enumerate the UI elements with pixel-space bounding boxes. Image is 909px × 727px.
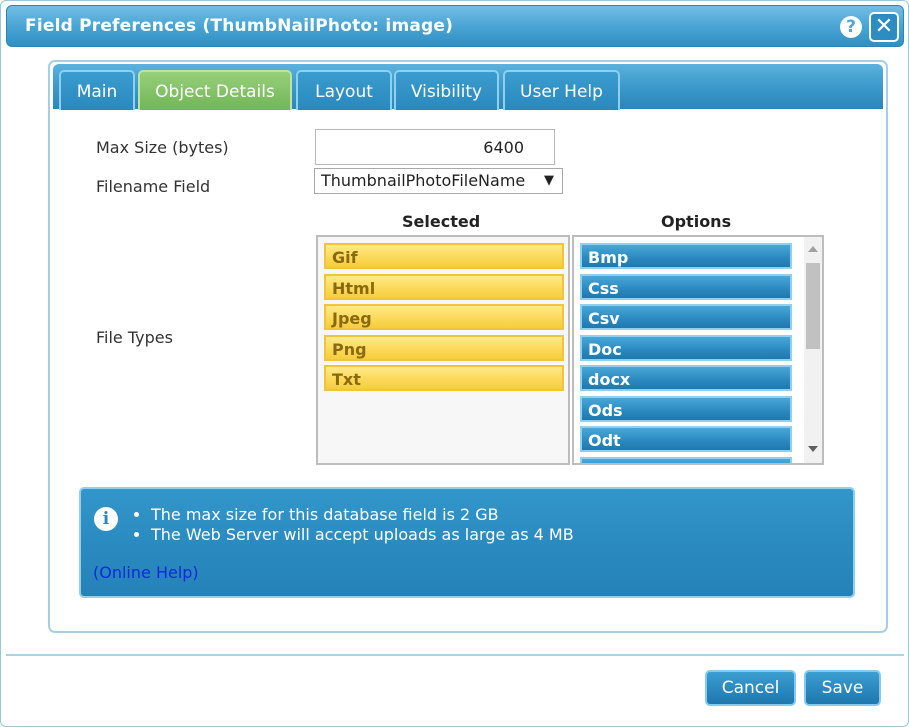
selected-type-jpeg[interactable]: Jpeg [324,304,564,330]
scroll-down-icon[interactable] [808,446,818,452]
options-scrollbar[interactable] [804,237,822,463]
file-type-options-list[interactable]: Bmp Css Csv Doc docx Ods Odt [572,235,824,465]
tab-main[interactable]: Main [59,70,135,110]
max-size-label: Max Size (bytes) [96,138,229,157]
option-type-css[interactable]: Css [580,274,792,300]
close-icon: ✕ [874,14,894,39]
footer-divider [6,654,904,656]
filename-field-label: Filename Field [96,177,211,196]
selected-type-txt[interactable]: Txt [324,365,564,391]
info-bullets: The max size for this database field is … [133,505,574,545]
option-type-partial[interactable] [580,457,792,463]
option-type-csv[interactable]: Csv [580,304,792,330]
selected-header: Selected [402,212,481,231]
info-bullet-upload-limit: The Web Server will accept uploads as la… [151,525,574,545]
dialog-title: Field Preferences (ThumbNailPhoto: image… [25,16,454,36]
options-header: Options [661,212,732,231]
selected-type-html[interactable]: Html [324,274,564,300]
save-button[interactable]: Save [804,670,881,706]
selected-type-png[interactable]: Png [324,335,564,361]
cancel-button[interactable]: Cancel [705,670,796,706]
tab-visibility[interactable]: Visibility [394,70,499,110]
option-type-docx[interactable]: docx [580,365,792,391]
tab-layout[interactable]: Layout [296,70,392,110]
dialog-titlebar[interactable]: Field Preferences (ThumbNailPhoto: image… [6,5,904,47]
online-help-link[interactable]: (Online Help) [93,563,199,582]
option-type-odt[interactable]: Odt [580,426,792,452]
chevron-down-icon: ▼ [544,173,554,188]
tab-object-details[interactable]: Object Details [138,70,292,110]
file-types-label: File Types [96,328,173,347]
selected-file-types-list[interactable]: Gif Html Jpeg Png Txt [316,235,570,465]
option-type-ods[interactable]: Ods [580,396,792,422]
selected-type-gif[interactable]: Gif [324,243,564,269]
info-icon: i [94,507,118,531]
scroll-thumb[interactable] [806,263,820,349]
max-size-input[interactable]: 6400 [315,129,555,165]
option-type-bmp[interactable]: Bmp [580,243,792,269]
option-type-doc[interactable]: Doc [580,335,792,361]
tab-bar: Main Object Details Layout Visibility Us… [53,64,883,110]
filename-field-select[interactable]: ThumbnailPhotoFileName ▼ [314,168,563,194]
close-button[interactable]: ✕ [869,12,899,42]
scroll-up-icon[interactable] [808,246,818,252]
filename-field-value: ThumbnailPhotoFileName [321,171,526,190]
help-icon[interactable]: ? [840,16,862,38]
tab-user-help[interactable]: User Help [503,70,620,110]
info-box: i The max size for this database field i… [79,487,855,598]
field-preferences-dialog: Field Preferences (ThumbNailPhoto: image… [0,0,909,727]
info-bullet-max-size: The max size for this database field is … [151,505,574,525]
